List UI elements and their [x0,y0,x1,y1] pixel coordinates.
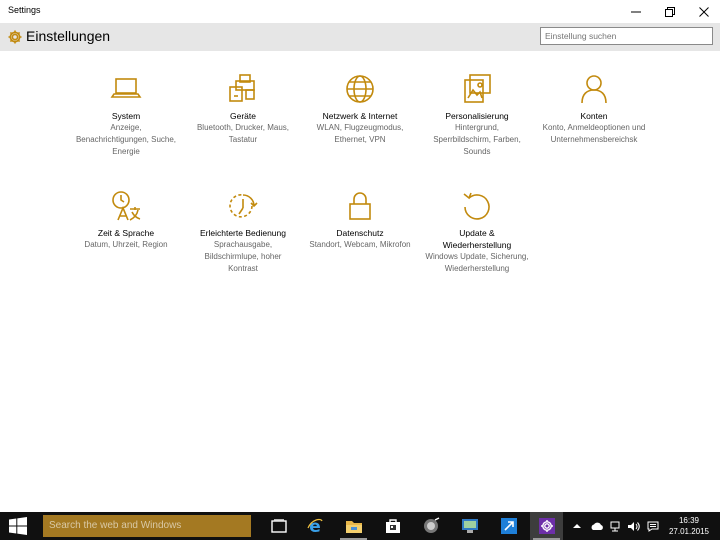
settings-taskbar-button[interactable] [530,512,563,540]
folder-icon [345,521,362,533]
minimize-icon [631,11,641,12]
action-center-button[interactable] [645,512,661,540]
category-description: Konto, Anmeldeoptionen und Unternehmensb… [542,123,646,144]
app-7-button[interactable] [492,512,525,540]
cloud-icon [591,522,603,530]
category-description: Sprachausgabe, Bildschirmlupe, hoher Kon… [204,240,282,273]
windows-logo-icon [9,517,27,535]
clock-date: 27.01.2015 [668,527,710,536]
maximize-button[interactable] [652,0,688,23]
show-hidden-icons-button[interactable] [571,512,583,540]
person-icon [581,75,607,104]
lock-icon [349,192,371,220]
gear-icon [8,30,22,44]
category-title: Netzwerk & Internet [322,111,398,121]
minimize-button[interactable] [618,0,654,23]
category-update-recovery[interactable]: Update & Wiederherstellung Windows Updat… [425,189,529,275]
category-description: Hintergrund, Sperrbildschirm, Farben, So… [433,123,521,156]
taskbar-clock[interactable]: 16:39 27.01.2015 [664,515,714,537]
category-accounts[interactable]: Konten Konto, Anmeldeoptionen und Untern… [542,72,646,146]
restore-icon [665,6,675,17]
category-title: Erleichterte Bedienung [199,228,286,238]
chevron-up-icon [573,524,581,528]
speaker-icon [627,521,640,531]
category-title: Konten [580,111,608,121]
category-devices[interactable]: Geräte Bluetooth, Drucker, Maus, Tastatu… [191,72,295,146]
internet-explorer-button[interactable]: e [298,512,331,540]
category-network[interactable]: Netzwerk & Internet WLAN, Flugzeugmodus,… [308,72,412,146]
photos-button[interactable] [414,512,447,540]
category-description: Windows Update, Sicherung, Wiederherstel… [425,252,529,273]
category-time-language[interactable]: Zeit & Sprache Datum, Uhrzeit, Region [74,189,178,251]
category-description: Datum, Uhrzeit, Region [84,240,168,249]
ease-of-access-icon [229,194,258,218]
task-view-button[interactable] [262,512,295,540]
category-description: WLAN, Flugzeugmodus, Ethernet, VPN [316,123,404,144]
search-input[interactable] [540,27,713,45]
taskbar: Search the web and Windows e 16:39 27.01… [0,512,720,540]
onedrive-tray-button[interactable] [588,512,606,540]
update-icon [463,192,490,220]
store-icon [385,519,400,533]
category-description: Bluetooth, Drucker, Maus, Tastatur [196,123,290,144]
category-title: Personalisierung [445,111,509,121]
time-language-icon [112,191,141,221]
category-description: Standort, Webcam, Mikrofon [309,240,411,249]
paint-icon [464,74,491,103]
task-view-icon [270,519,287,533]
internet-explorer-icon: e [306,517,323,535]
taskbar-search-box[interactable]: Search the web and Windows [43,515,251,537]
category-system[interactable]: System Anzeige, Benachrichtigungen, Such… [74,72,178,158]
store-button[interactable] [376,512,409,540]
category-personalization[interactable]: Personalisierung Hintergrund, Sperrbilds… [425,72,529,158]
settings-gear-icon [538,518,555,534]
network-icon [610,521,620,532]
window-title: Settings [8,5,41,15]
start-button[interactable] [0,512,36,540]
close-button[interactable] [686,0,720,23]
category-title: Datenschutz [336,228,384,238]
message-icon [647,521,659,532]
monitor-app-icon [461,519,478,533]
devices-icon [229,74,255,102]
network-tray-button[interactable] [608,512,624,540]
category-description: Anzeige, Benachrichtigungen, Suche, Ener… [75,123,177,156]
category-title: Geräte [230,111,256,121]
file-explorer-button[interactable] [337,512,370,540]
volume-tray-button[interactable] [625,512,641,540]
category-title: Update & Wiederherstellung [442,228,512,250]
laptop-icon [110,78,142,98]
app-6-button[interactable] [453,512,486,540]
photos-icon [423,517,439,533]
clock-time: 16:39 [678,516,700,525]
globe-icon [346,75,374,103]
page-title: Einstellungen [26,28,111,44]
close-icon [699,6,709,17]
category-privacy[interactable]: Datenschutz Standort, Webcam, Mikrofon [308,189,412,251]
category-title: System [111,111,141,121]
blue-app-icon [500,518,517,534]
category-title: Zeit & Sprache [97,228,155,238]
title-bar: Settings [0,0,720,23]
category-ease-of-access[interactable]: Erleichterte Bedienung Sprachausgabe, Bi… [191,189,295,275]
